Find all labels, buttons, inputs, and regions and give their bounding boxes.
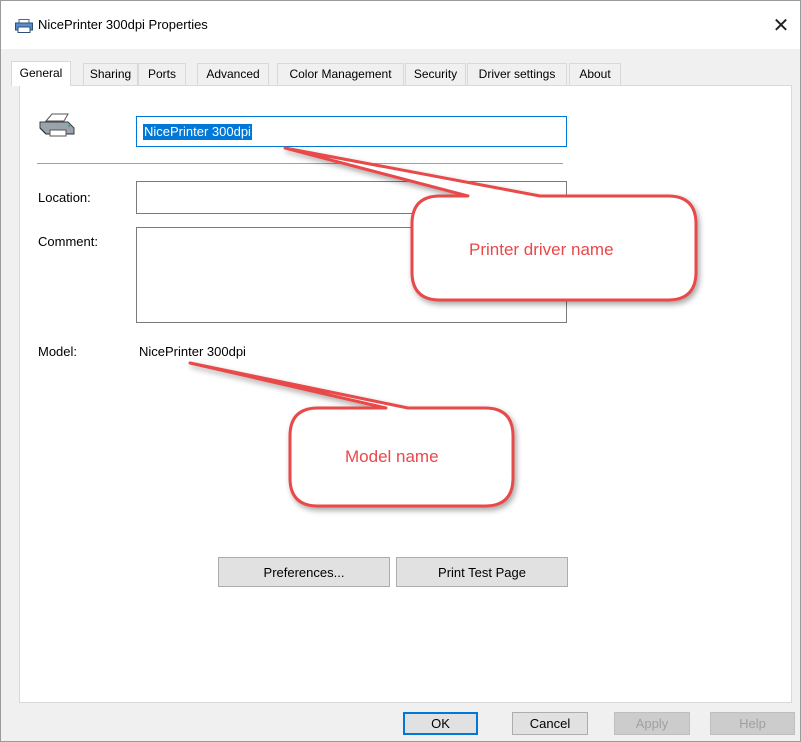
help-button[interactable]: Help [710, 712, 795, 735]
driver-callout-text: Printer driver name [469, 240, 614, 259]
location-input[interactable] [136, 181, 567, 214]
comment-label: Comment: [38, 234, 98, 249]
cancel-button[interactable]: Cancel [512, 712, 588, 735]
tab-color-management[interactable]: Color Management [277, 63, 404, 85]
tab-ports[interactable]: Ports [138, 63, 186, 85]
separator [37, 163, 563, 164]
model-callout-text: Model name [345, 447, 439, 466]
model-value: NicePrinter 300dpi [139, 344, 246, 359]
print-test-page-button[interactable]: Print Test Page [396, 557, 568, 587]
printer-title-icon [15, 19, 33, 33]
printer-name-input[interactable]: NicePrinter 300dpi [136, 116, 567, 147]
printer-name-selected-text[interactable]: NicePrinter 300dpi [143, 124, 252, 140]
general-panel [19, 85, 792, 703]
close-button[interactable]: ✕ [762, 1, 800, 49]
model-label: Model: [38, 344, 78, 359]
tab-driver-settings[interactable]: Driver settings [467, 63, 567, 85]
printer-icon [39, 113, 75, 137]
tab-about[interactable]: About [569, 63, 621, 85]
tab-sharing[interactable]: Sharing [83, 63, 138, 85]
tab-security[interactable]: Security [405, 63, 466, 85]
title-bar: NicePrinter 300dpi Properties ✕ [1, 1, 800, 49]
tab-advanced[interactable]: Advanced [197, 63, 269, 85]
properties-window: NicePrinter 300dpi Properties ✕ General … [0, 0, 801, 742]
tab-general[interactable]: General [11, 61, 71, 86]
preferences-button[interactable]: Preferences... [218, 557, 390, 587]
location-label: Location: [38, 190, 91, 205]
apply-button[interactable]: Apply [614, 712, 690, 735]
window-title: NicePrinter 300dpi Properties [38, 17, 208, 32]
ok-button[interactable]: OK [403, 712, 478, 735]
close-icon[interactable]: ✕ [773, 13, 790, 38]
